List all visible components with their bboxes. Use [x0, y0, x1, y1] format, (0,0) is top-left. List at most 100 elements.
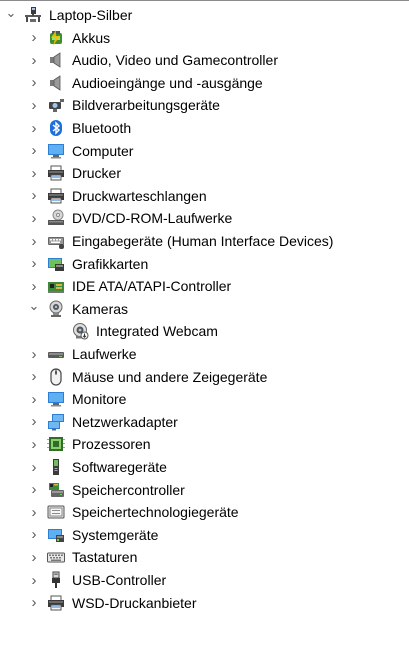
tree-category-druckwarteschlangen[interactable]: Druckwarteschlangen: [27, 185, 207, 207]
tree-category-mäuse-und-andere-zeigegeräte-label: Mäuse und andere Zeigegeräte: [72, 368, 268, 385]
chevron-down-icon[interactable]: [27, 298, 41, 320]
chevron-right-icon[interactable]: [27, 546, 41, 568]
chevron-right-icon[interactable]: [27, 343, 41, 365]
chevron-right-icon[interactable]: [27, 117, 41, 139]
device-tree: Laptop-Silber Akkus Audio, Video und Gamec…: [0, 0, 409, 658]
tree-category-speichertechnologiegeräte[interactable]: Speichertechnologiegeräte: [27, 501, 239, 523]
tree-category-prozessoren[interactable]: Prozessoren: [27, 433, 151, 455]
tree-category-systemgeräte-label: Systemgeräte: [72, 526, 159, 543]
dvd-drive-icon: [47, 209, 65, 227]
monitor-icon: [47, 390, 65, 408]
tree-category-bildverarbeitungsgeräte-label: Bildverarbeitungsgeräte: [72, 97, 220, 114]
tree-category-grafikkarten-label: Grafikkarten: [72, 255, 149, 272]
network-adapter-icon: [47, 413, 65, 431]
tree-category-prozessoren-label: Prozessoren: [72, 436, 151, 453]
battery-icon: [47, 29, 65, 47]
tree-device-item-label: Integrated Webcam: [96, 323, 218, 340]
tree-category-usb-controller[interactable]: USB-Controller: [27, 569, 166, 591]
tree-category-drucker[interactable]: Drucker: [27, 162, 121, 184]
chevron-right-icon[interactable]: [27, 569, 41, 591]
tree-category-computer[interactable]: Computer: [27, 140, 133, 162]
ide-controller-icon: [47, 277, 65, 295]
tree-category-kameras-label: Kameras: [72, 300, 129, 317]
chevron-right-icon[interactable]: [27, 94, 41, 116]
system-device-icon: [47, 526, 65, 544]
chevron-right-icon[interactable]: [27, 72, 41, 94]
tree-category-ide-ata-atapi-controller-label: IDE ATA/ATAPI-Controller: [72, 278, 232, 295]
chevron-right-icon[interactable]: [27, 185, 41, 207]
tree-category-bildverarbeitungsgeräte[interactable]: Bildverarbeitungsgeräte: [27, 94, 220, 116]
chevron-right-icon[interactable]: [27, 27, 41, 49]
tree-category-audio-video-und-gamecontroller[interactable]: Audio, Video und Gamecontroller: [27, 49, 278, 71]
tree-category-dvd-cd-rom-laufwerke[interactable]: DVD/CD-ROM-Laufwerke: [27, 207, 232, 229]
storage-controller-icon: [47, 481, 65, 499]
bluetooth-icon: [47, 119, 65, 137]
tree-category-softwaregeräte-label: Softwaregeräte: [72, 459, 167, 475]
chevron-right-icon[interactable]: [27, 140, 41, 162]
disk-drive-icon: [47, 345, 65, 363]
tree-category-computer-label: Computer: [72, 142, 134, 159]
chevron-right-icon[interactable]: [27, 411, 41, 433]
tree-category-softwaregeräte[interactable]: Softwaregeräte: [27, 456, 167, 478]
tree-category-netzwerkadapter[interactable]: Netzwerkadapter: [27, 411, 178, 433]
tree-category-bluetooth[interactable]: Bluetooth: [27, 117, 131, 139]
hid-icon: [47, 232, 65, 250]
chevron-right-icon[interactable]: [27, 433, 41, 455]
chevron-right-icon[interactable]: [27, 479, 41, 501]
tree-category-monitore-label: Monitore: [72, 391, 127, 408]
tree-category-mäuse-und-andere-zeigegeräte[interactable]: Mäuse und andere Zeigegeräte: [27, 366, 267, 388]
tree-category-akkus[interactable]: Akkus: [27, 27, 110, 49]
camera-device-icon: [47, 96, 65, 114]
tree-category-wsd-druckanbieter[interactable]: WSD-Druckanbieter: [27, 592, 196, 614]
tree-category-kameras[interactable]: Kameras: [27, 298, 128, 320]
tree-root-computer[interactable]: Laptop-Silber: [4, 4, 132, 26]
chevron-right-icon[interactable]: [27, 524, 41, 546]
chevron-right-icon[interactable]: [27, 366, 41, 388]
tree-category-druckwarteschlangen-label: Druckwarteschlangen: [72, 187, 207, 204]
chevron-right-icon[interactable]: [27, 207, 41, 229]
tree-category-akkus-label: Akkus: [72, 29, 111, 46]
tree-category-tastaturen-label: Tastaturen: [72, 549, 138, 566]
chevron-right-icon[interactable]: [27, 501, 41, 523]
tree-category-wsd-druckanbieter-label: WSD-Druckanbieter: [72, 594, 197, 611]
printer-icon: [47, 164, 65, 182]
tree-category-bluetooth-label: Bluetooth: [72, 120, 132, 136]
tree-device-item[interactable]: Integrated Webcam: [51, 320, 218, 342]
tree-category-ide-ata-atapi-controller[interactable]: IDE ATA/ATAPI-Controller: [27, 275, 231, 297]
speaker-icon: [47, 51, 65, 69]
tree-category-eingabegeräte-human-interface-devices-label: Eingabegeräte (Human Interface Devices): [72, 233, 334, 249]
chevron-right-icon[interactable]: [27, 230, 41, 252]
printer-icon: [47, 594, 65, 612]
memory-technology-icon: [47, 503, 65, 521]
usb-icon: [47, 571, 65, 589]
monitor-icon: [47, 142, 65, 160]
tree-category-grafikkarten[interactable]: Grafikkarten: [27, 253, 148, 275]
computer-tree-icon: [24, 6, 42, 24]
tree-root-computer-label: Laptop-Silber: [49, 7, 133, 23]
chevron-right-icon[interactable]: [27, 49, 41, 71]
tree-category-monitore[interactable]: Monitore: [27, 388, 126, 410]
tree-category-eingabegeräte-human-interface-devices[interactable]: Eingabegeräte (Human Interface Devices): [27, 230, 333, 252]
display-adapter-icon: [47, 255, 65, 273]
mouse-icon: [47, 367, 65, 386]
tree-category-laufwerke-label: Laufwerke: [72, 346, 137, 362]
chevron-right-icon[interactable]: [27, 456, 41, 478]
tree-category-speichercontroller-label: Speichercontroller: [72, 481, 185, 498]
chevron-down-icon[interactable]: [4, 4, 18, 26]
tree-category-systemgeräte[interactable]: Systemgeräte: [27, 524, 158, 546]
printer-icon: [47, 187, 65, 205]
tree-category-audioeingänge-und-ausgänge[interactable]: Audioeingänge und -ausgänge: [27, 72, 263, 94]
tree-category-tastaturen[interactable]: Tastaturen: [27, 546, 137, 568]
chevron-right-icon[interactable]: [27, 592, 41, 614]
tree-category-netzwerkadapter-label: Netzwerkadapter: [72, 413, 178, 430]
chevron-right-icon[interactable]: [27, 388, 41, 410]
software-device-icon: [47, 458, 65, 476]
tree-category-speichercontroller[interactable]: Speichercontroller: [27, 479, 185, 501]
no-chevron: [51, 320, 65, 342]
chevron-right-icon[interactable]: [27, 253, 41, 275]
keyboard-icon: [47, 548, 65, 566]
chevron-right-icon[interactable]: [27, 162, 41, 184]
tree-category-dvd-cd-rom-laufwerke-label: DVD/CD-ROM-Laufwerke: [72, 210, 233, 227]
chevron-right-icon[interactable]: [27, 275, 41, 297]
tree-category-laufwerke[interactable]: Laufwerke: [27, 343, 137, 365]
